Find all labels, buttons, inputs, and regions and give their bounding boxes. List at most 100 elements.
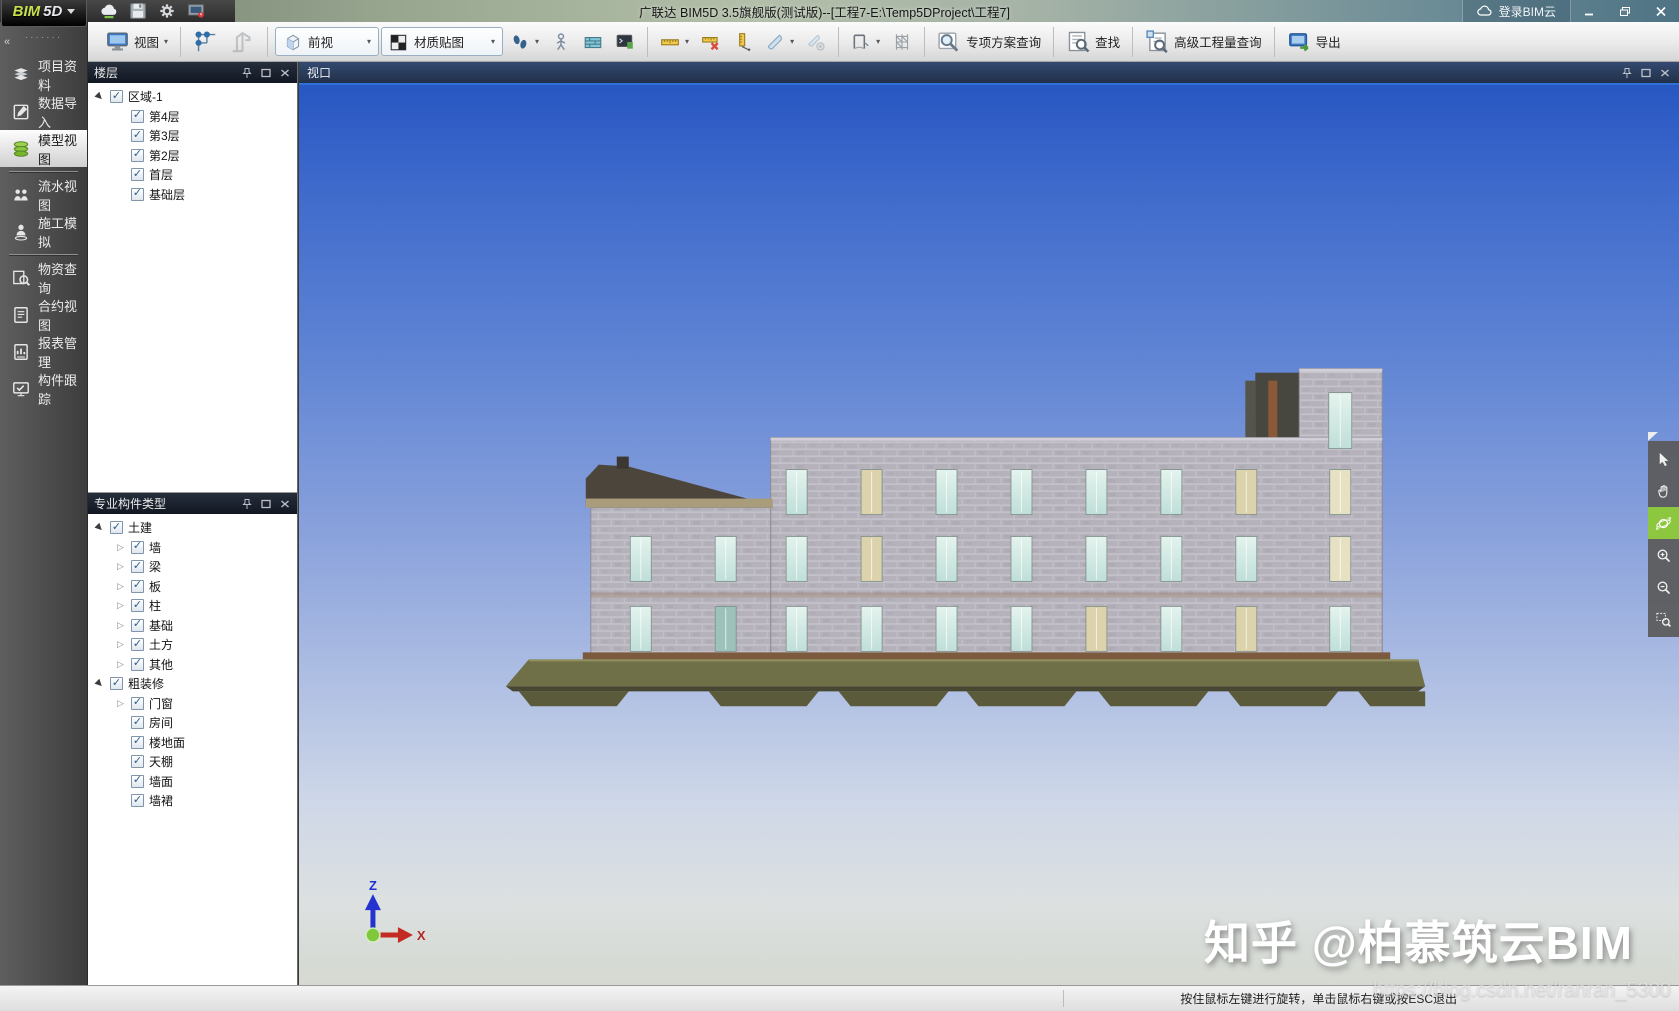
tree-row-floor-1[interactable]: ✓第3层 [88,126,297,146]
section-cut-button[interactable]: ▾ [760,25,799,59]
maximize-icon[interactable] [1640,67,1652,79]
sidebar-item-contract[interactable]: 合约视图 [0,296,87,333]
login-bim-cloud-button[interactable]: 登录BIM云 [1462,0,1571,22]
scaffold-button[interactable] [887,25,917,59]
view-button[interactable]: 视图▾ [100,25,173,59]
expander-closed-icon[interactable]: ▷ [115,543,126,552]
save-button[interactable] [125,1,151,21]
tree-row-type-1-3[interactable]: ✓天棚 [88,752,297,772]
tree-row-type-0-3[interactable]: ▷✓柱 [88,596,297,616]
sidebar-item-simulate[interactable]: 施工模拟 [0,213,87,250]
measure-button[interactable]: ▾ [655,25,694,59]
tree-row-floor-3[interactable]: ✓首层 [88,165,297,185]
strip-collapse-icon[interactable] [1648,432,1658,441]
checkbox-checked[interactable]: ✓ [131,736,144,749]
sidebar-item-import[interactable]: 数据导入 [0,93,87,130]
sidebar-item-books[interactable]: 项目资料 [0,56,87,93]
tree-row-type-0-6[interactable]: ▷✓其他 [88,655,297,675]
advanced-quantity-query-button[interactable]: 高级工程量查询 [1140,25,1267,59]
checkbox-checked[interactable]: ✓ [131,560,144,573]
pin-icon[interactable] [241,67,253,79]
tree-row-type-0-5[interactable]: ▷✓土方 [88,635,297,655]
tree-row-group-0[interactable]: ▶✓土建 [88,518,297,538]
vp-tool-zoom-out[interactable] [1648,571,1679,603]
checkbox-checked[interactable]: ✓ [131,638,144,651]
tree-row-type-0-4[interactable]: ▷✓基础 [88,616,297,636]
view-direction-dropdown[interactable]: 前视 ▾ [275,27,379,56]
crane-button[interactable] [225,25,260,59]
expander-closed-icon[interactable]: ▷ [115,660,126,669]
wall-display-button[interactable] [578,25,608,59]
expander-open-icon[interactable]: ▶ [94,92,105,101]
checkbox-checked[interactable]: ✓ [131,619,144,632]
sidebar-collapse-icon[interactable]: « [4,36,10,48]
app-menu-button[interactable]: BIM 5D [1,0,87,27]
vertical-measure-button[interactable] [728,25,758,59]
tree-row-type-0-2[interactable]: ▷✓板 [88,577,297,597]
maximize-icon[interactable] [260,67,272,79]
expander-closed-icon[interactable]: ▷ [115,640,126,649]
checkbox-checked[interactable]: ✓ [131,149,144,162]
expander-closed-icon[interactable]: ▷ [115,621,126,630]
screen-record-button[interactable] [183,1,209,21]
sidebar-item-model[interactable]: 模型视图 [0,130,87,167]
tree-row-type-1-2[interactable]: ✓楼地面 [88,733,297,753]
checkbox-checked[interactable]: ✓ [131,658,144,671]
tree-row-type-0-1[interactable]: ▷✓梁 [88,557,297,577]
find-button[interactable]: 查找 [1061,25,1125,59]
tree-row-type-1-1[interactable]: ✓房间 [88,713,297,733]
special-plan-query-button[interactable]: 专项方案查询 [932,25,1046,59]
close-button[interactable] [1643,0,1679,22]
expander-closed-icon[interactable]: ▷ [115,601,126,610]
vp-tool-zoom-window[interactable] [1648,603,1679,635]
vp-tool-select[interactable] [1648,443,1679,475]
tree-row-floor-0[interactable]: ✓第4层 [88,107,297,127]
tree-row-type-0-0[interactable]: ▷✓墙 [88,538,297,558]
tree-row-type-1-0[interactable]: ▷✓门窗 [88,694,297,714]
close-icon[interactable] [1659,67,1671,79]
door-swing-button[interactable]: ▾ [846,25,885,59]
checkbox-checked[interactable]: ✓ [110,90,123,103]
viewport-settings-button[interactable] [610,25,640,59]
expander-closed-icon[interactable]: ▷ [115,699,126,708]
checkbox-checked[interactable]: ✓ [131,599,144,612]
checkbox-checked[interactable]: ✓ [131,110,144,123]
sidebar-item-material-search[interactable]: 物资查询 [0,259,87,296]
tree-row-group-1[interactable]: ▶✓粗装修 [88,674,297,694]
close-icon[interactable] [279,67,291,79]
cloud-sync-button[interactable] [96,1,122,21]
vp-tool-pan[interactable] [1648,475,1679,507]
checkbox-checked[interactable]: ✓ [131,541,144,554]
checkbox-checked[interactable]: ✓ [131,794,144,807]
3d-canvas[interactable]: Z X 知乎 @柏慕筑云BIM [299,83,1679,985]
checkbox-checked[interactable]: ✓ [131,168,144,181]
checkbox-checked[interactable]: ✓ [131,755,144,768]
sidebar-item-track[interactable]: 构件跟踪 [0,370,87,407]
material-mode-dropdown[interactable]: 材质贴图 ▾ [381,27,503,56]
tree-row-type-1-4[interactable]: ✓墙面 [88,772,297,792]
tree-row-region[interactable]: ▶✓区域-1 [88,87,297,107]
close-icon[interactable] [279,498,291,510]
checkbox-checked[interactable]: ✓ [110,677,123,690]
checkbox-checked[interactable]: ✓ [131,697,144,710]
clear-measure-button[interactable] [696,25,726,59]
pin-icon[interactable] [1621,67,1633,79]
maximize-icon[interactable] [260,498,272,510]
walkthrough-button[interactable]: ▾ [505,25,544,59]
sidebar-item-report[interactable]: 报表管理 [0,333,87,370]
checkbox-checked[interactable]: ✓ [131,188,144,201]
expander-closed-icon[interactable]: ▷ [115,582,126,591]
vp-tool-zoom-in[interactable] [1648,539,1679,571]
vp-tool-orbit[interactable] [1648,507,1679,539]
tree-row-floor-2[interactable]: ✓第2层 [88,146,297,166]
expander-closed-icon[interactable]: ▷ [115,562,126,571]
walk-mode-button[interactable] [546,25,576,59]
sidebar-item-flow[interactable]: 流水视图 [0,176,87,213]
checkbox-checked[interactable]: ✓ [131,775,144,788]
restore-button[interactable] [1607,0,1643,22]
minimize-button[interactable] [1571,0,1607,22]
settings-button[interactable] [154,1,180,21]
checkbox-checked[interactable]: ✓ [131,716,144,729]
axis-grid-button[interactable] [188,25,223,59]
expander-open-icon[interactable]: ▶ [94,523,105,532]
